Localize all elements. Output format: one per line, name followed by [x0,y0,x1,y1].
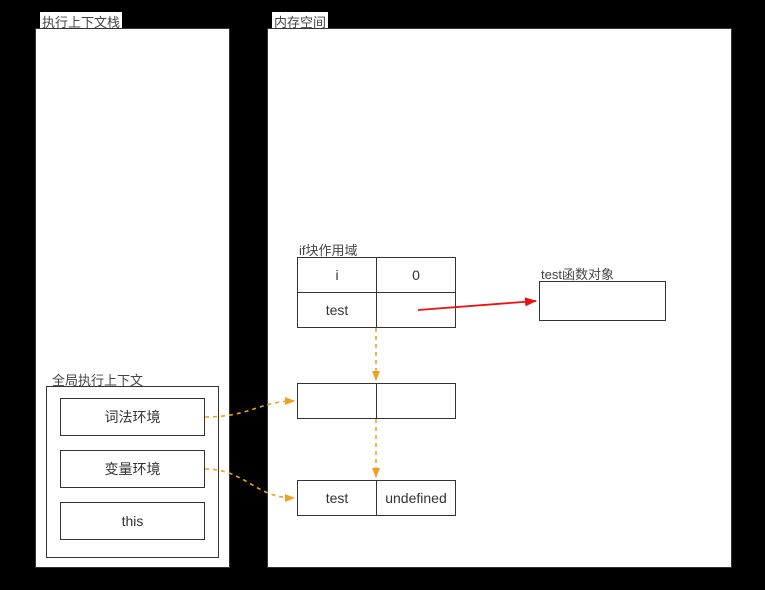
if-scope-row0-key: i [297,257,377,293]
lexical-environment: 词法环境 [60,398,205,436]
if-scope-row1-key: test [297,292,377,328]
if-scope-row1-value [376,292,456,328]
lexical-env-row-key [297,383,377,419]
if-scope-row0-value: 0 [376,257,456,293]
this-binding: this [60,502,205,540]
var-env-row-key: test [297,480,377,516]
lexical-env-row-value [376,383,456,419]
variable-environment: 变量环境 [60,450,205,488]
test-function-object [539,281,666,321]
var-env-row-value: undefined [376,480,456,516]
